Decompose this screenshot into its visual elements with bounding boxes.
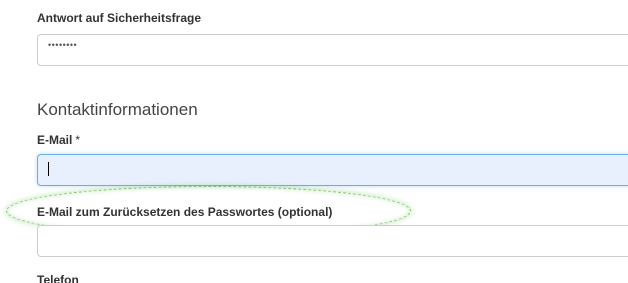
email-field[interactable] <box>37 154 628 186</box>
text-cursor <box>48 162 49 176</box>
contact-section-heading: Kontaktinformationen <box>37 100 198 119</box>
security-answer-label: Antwort auf Sicherheitsfrage <box>37 11 202 25</box>
security-answer-field[interactable] <box>37 34 628 66</box>
reset-email-label: E-Mail zum Zurücksetzen des Passwortes (… <box>37 205 333 219</box>
email-label: E-Mail * <box>37 133 80 147</box>
phone-label: Telefon <box>37 273 79 283</box>
reset-email-field[interactable] <box>37 225 628 257</box>
required-marker: * <box>75 133 81 147</box>
security-answer-masked-value: •••••••• <box>48 40 78 50</box>
email-label-text: E-Mail <box>37 133 73 147</box>
account-form: Antwort auf Sicherheitsfrage •••••••• Ko… <box>0 0 628 283</box>
